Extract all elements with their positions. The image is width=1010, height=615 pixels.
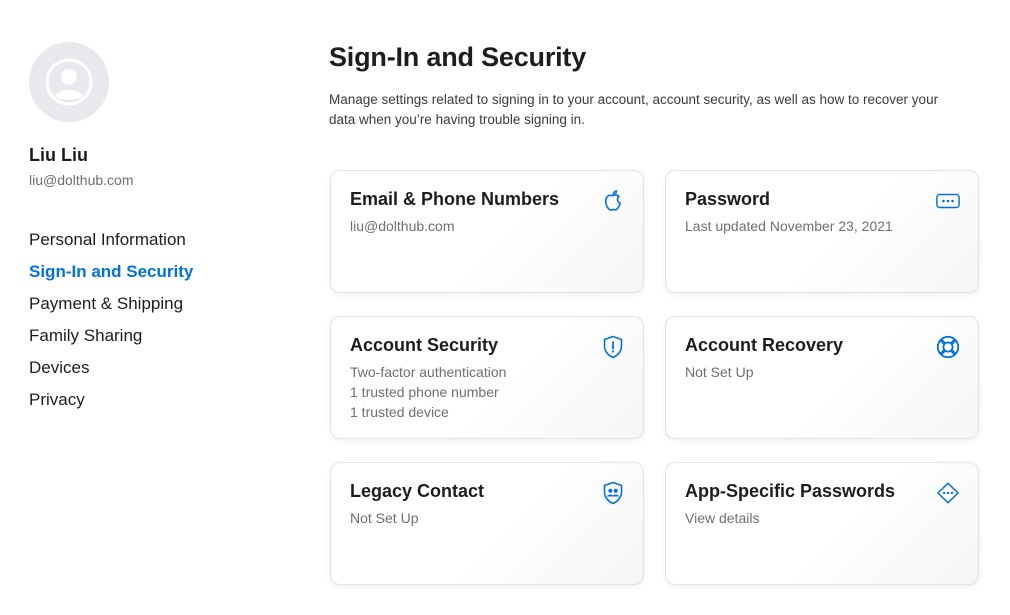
legacy-contact-shield-icon: [601, 481, 625, 505]
card-title: Account Recovery: [685, 335, 844, 355]
card-account-recovery[interactable]: Account Recovery Not Set Up: [665, 316, 979, 439]
user-name: Liu Liu: [29, 145, 88, 165]
card-detail: Not Set Up: [685, 364, 754, 380]
card-detail: 1 trusted device: [350, 404, 449, 420]
apple-icon: [601, 189, 625, 213]
card-title: Password: [685, 189, 771, 209]
person-icon: [45, 58, 93, 106]
card-title: App-Specific Passwords: [685, 481, 896, 501]
card-detail: liu@dolthub.com: [350, 218, 455, 234]
avatar[interactable]: [29, 42, 109, 122]
sidebar: Liu Liu liu@dolthub.com Personal Informa…: [29, 42, 259, 422]
card-detail: Last updated November 23, 2021: [685, 218, 893, 234]
sidebar-item-payment-shipping[interactable]: Payment & Shipping: [29, 294, 259, 326]
page-description: Manage settings related to signing in to…: [329, 92, 939, 127]
sidebar-item-sign-in-and-security[interactable]: Sign-In and Security: [29, 262, 259, 294]
card-detail: Two-factor authentication: [350, 364, 507, 380]
sidebar-item-devices[interactable]: Devices: [29, 358, 259, 390]
card-detail: Not Set Up: [350, 510, 419, 526]
key-diamond-icon: [936, 481, 960, 505]
card-title: Email & Phone Numbers: [350, 189, 560, 209]
sidebar-item-family-sharing[interactable]: Family Sharing: [29, 326, 259, 358]
sidebar-item-privacy[interactable]: Privacy: [29, 390, 259, 422]
card-legacy-contact[interactable]: Legacy Contact Not Set Up: [330, 462, 644, 585]
sidebar-nav: Personal Information Sign-In and Securit…: [29, 230, 259, 422]
page-title: Sign-In and Security: [329, 42, 587, 72]
main-content: Sign-In and Security Manage settings rel…: [329, 42, 989, 585]
lifebuoy-icon: [936, 335, 960, 359]
settings-cards: Email & Phone Numbers liu@dolthub.com Pa…: [330, 170, 979, 585]
sidebar-item-personal-information[interactable]: Personal Information: [29, 230, 259, 262]
card-detail: 1 trusted phone number: [350, 384, 499, 400]
user-email: liu@dolthub.com: [29, 172, 134, 188]
card-title: Account Security: [350, 335, 499, 355]
card-account-security[interactable]: Account Security Two-factor authenticati…: [330, 316, 644, 439]
card-detail: View details: [685, 510, 760, 526]
card-title: Legacy Contact: [350, 481, 485, 501]
card-email-phone-numbers[interactable]: Email & Phone Numbers liu@dolthub.com: [330, 170, 644, 293]
card-password[interactable]: Password Last updated November 23, 2021: [665, 170, 979, 293]
page: Liu Liu liu@dolthub.com Personal Informa…: [0, 0, 1010, 615]
password-dots-icon: [936, 189, 960, 213]
shield-exclamation-icon: [601, 335, 625, 359]
card-app-specific-passwords[interactable]: App-Specific Passwords View details: [665, 462, 979, 585]
